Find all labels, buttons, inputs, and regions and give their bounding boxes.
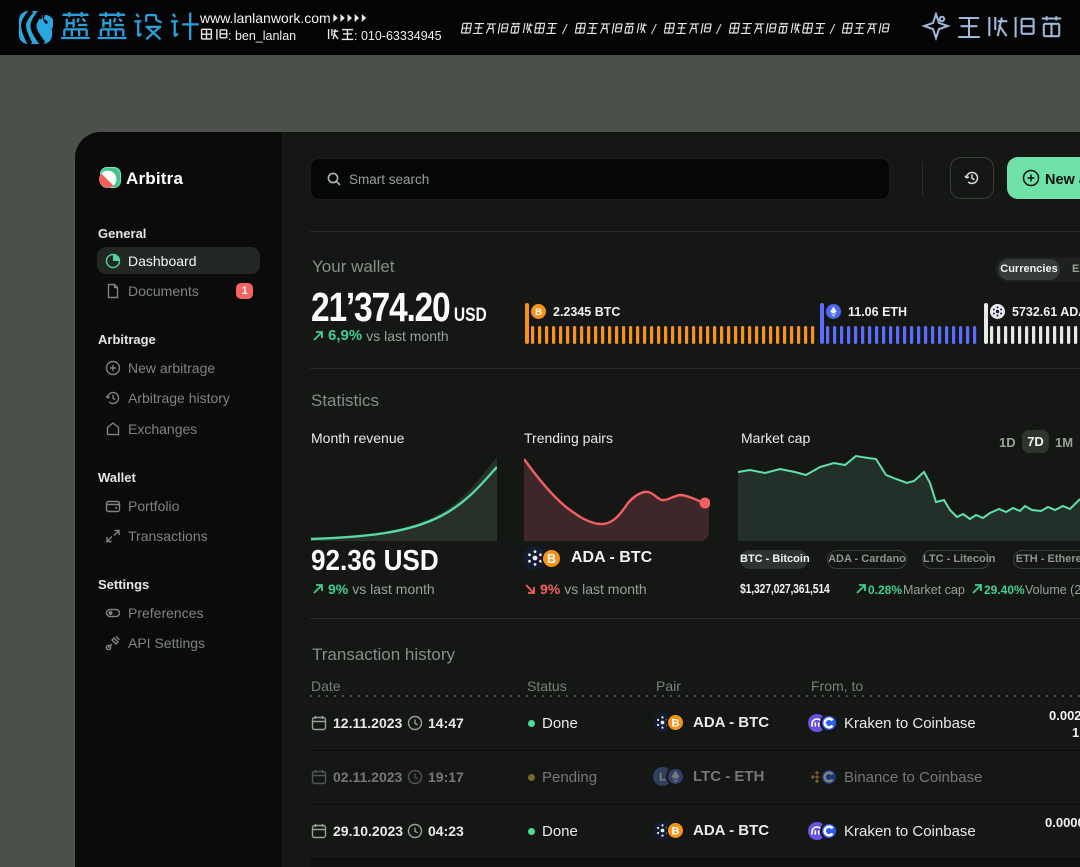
svg-text:B: B [672,718,680,730]
svg-text:B: B [547,552,556,566]
svg-text:B: B [535,307,542,318]
svg-text:B: B [672,826,680,838]
